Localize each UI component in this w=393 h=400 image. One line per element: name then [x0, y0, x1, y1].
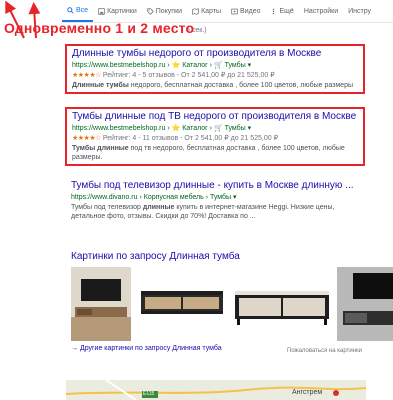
snippet-pre: Тумбы под телевизор [71, 204, 143, 211]
snippet-bold: длинные [142, 204, 175, 211]
tv-stand-product-image-2 [235, 291, 329, 325]
arrow-right-icon: → [71, 345, 80, 352]
search-result-2: Тумбы длинные под ТВ недорого от произво… [65, 107, 365, 166]
road-label: E115 [143, 391, 155, 397]
images-heading[interactable]: Картинки по запросу Длинная тумба [71, 251, 393, 262]
map-place-label: Ангстрем [292, 389, 323, 396]
result-url-text: https://www.bestmebelshop.ru [72, 125, 166, 132]
result-url-text: https://www.divano.ru [71, 194, 138, 201]
more-images-link[interactable]: → Другие картинки по запросу Длинная тум… [71, 345, 222, 352]
result-rating: ★★★★☆ Рейтинг: 4 - 5 отзывов - От 2 541,… [72, 71, 359, 79]
images-feedback-link[interactable]: Пожаловаться на картинки [287, 348, 362, 354]
result-url[interactable]: https://www.bestmebelshop.ru › ⭐ Каталог… [72, 61, 359, 69]
result-url[interactable]: https://www.bestmebelshop.ru › ⭐ Каталог… [72, 124, 359, 132]
image-thumbnail-3[interactable] [233, 267, 331, 341]
result-url-text: https://www.bestmebelshop.ru [72, 62, 166, 69]
search-result-3: Тумбы под телевизор длинные - купить в М… [71, 180, 366, 221]
annotation-callout: Одновременно 1 и 2 место [4, 20, 195, 36]
snippet-bold: Тумбы длинные [72, 145, 129, 152]
tv-stand-wall-image [337, 267, 393, 341]
result-snippet: Тумбы под телевизор длинные купить в инт… [71, 203, 366, 221]
snippet-text: недорого, бесплатная доставка , более 10… [128, 82, 353, 89]
rating-stars-icon: ★★★★☆ [72, 72, 101, 79]
result-snippet: Длинные тумбы недорого, бесплатная доста… [72, 81, 359, 90]
result-breadcrumbs: › Корпусная мебель › Тумбы ▾ [139, 194, 237, 201]
result-title-link[interactable]: Тумбы под телевизор длинные - купить в М… [71, 180, 366, 191]
map-pin-icon [333, 390, 339, 396]
rating-text: Рейтинг: 4 - 11 отзывов - От 2 541,00 ₽ … [102, 135, 279, 142]
result-url[interactable]: https://www.divano.ru › Корпусная мебель… [71, 193, 366, 201]
result-rating: ★★★★☆ Рейтинг: 4 - 11 отзывов - От 2 541… [72, 134, 359, 142]
image-thumbnail-1[interactable] [71, 267, 131, 341]
map-preview[interactable]: E115 Ангстрем [66, 380, 366, 400]
result-title-link[interactable]: Длинные тумбы недорого от производителя … [72, 48, 359, 59]
image-thumbnail-2[interactable] [137, 267, 227, 341]
result-title-link[interactable]: Тумбы длинные под ТВ недорого от произво… [72, 111, 359, 122]
snippet-bold: Длинные тумбы [72, 82, 129, 89]
rating-stars-icon: ★★★★☆ [72, 135, 101, 142]
result-snippet: Тумбы длинные под тв недорого, бесплатна… [72, 144, 359, 162]
rating-text: Рейтинг: 4 - 5 отзывов - От 2 541,00 ₽ д… [102, 72, 275, 79]
image-thumbnail-4[interactable] [337, 267, 393, 341]
tv-stand-product-image [141, 291, 223, 314]
result-breadcrumbs: › ⭐ Каталог › 🛒 Тумбы ▾ [167, 62, 252, 69]
tv-stand-room-image [71, 267, 131, 341]
images-section: Картинки по запросу Длинная тумба → Друг… [71, 251, 393, 354]
image-thumbnails [71, 267, 393, 341]
more-images-label: Другие картинки по запросу Длинная тумба [79, 345, 222, 352]
result-breadcrumbs: › ⭐ Каталог › 🛒 Тумбы ▾ [167, 125, 252, 132]
search-result-1: Длинные тумбы недорого от производителя … [65, 44, 365, 94]
